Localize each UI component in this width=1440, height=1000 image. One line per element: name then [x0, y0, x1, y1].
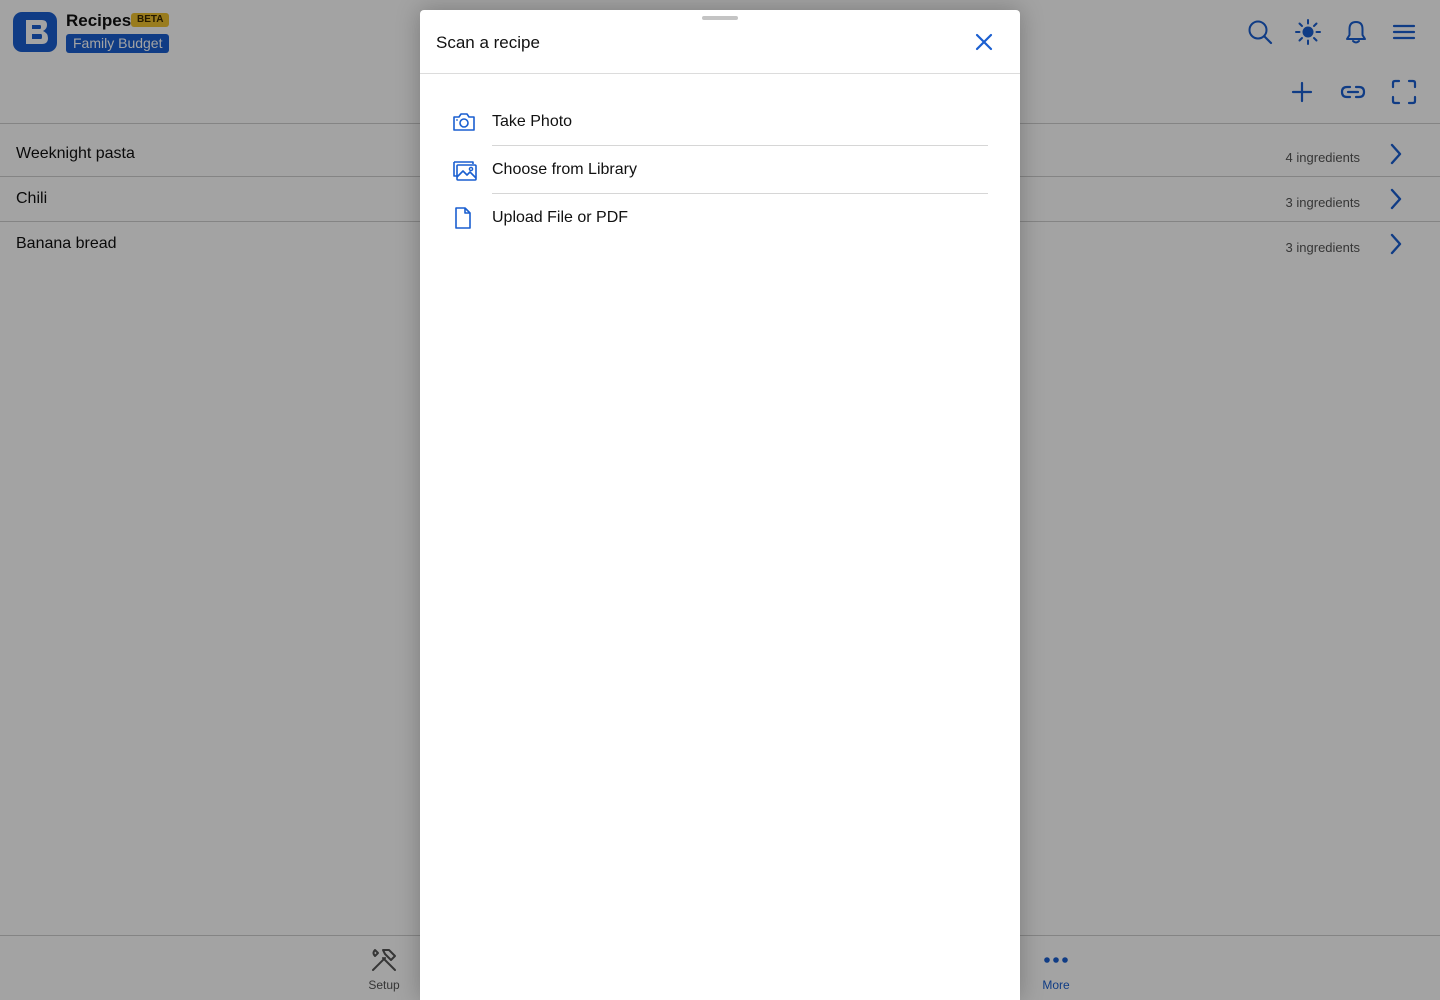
- sheet-title: Scan a recipe: [436, 33, 540, 52]
- scan-options-list: Take Photo Choose from Library Upload Fi…: [420, 98, 1020, 242]
- close-icon[interactable]: [972, 30, 996, 54]
- choose-from-library-option[interactable]: Choose from Library: [420, 146, 1020, 194]
- scan-recipe-sheet: Scan a recipe Take Photo Choose from Lib…: [420, 10, 1020, 1000]
- camera-icon: [452, 110, 476, 134]
- option-label: Choose from Library: [492, 161, 637, 178]
- take-photo-option[interactable]: Take Photo: [420, 98, 1020, 146]
- option-label: Take Photo: [492, 113, 573, 130]
- sheet-header: Scan a recipe: [420, 10, 1020, 74]
- option-label: Upload File or PDF: [492, 209, 629, 226]
- upload-file-option[interactable]: Upload File or PDF: [420, 194, 1020, 242]
- file-icon: [452, 206, 474, 230]
- image-library-icon: [452, 158, 478, 182]
